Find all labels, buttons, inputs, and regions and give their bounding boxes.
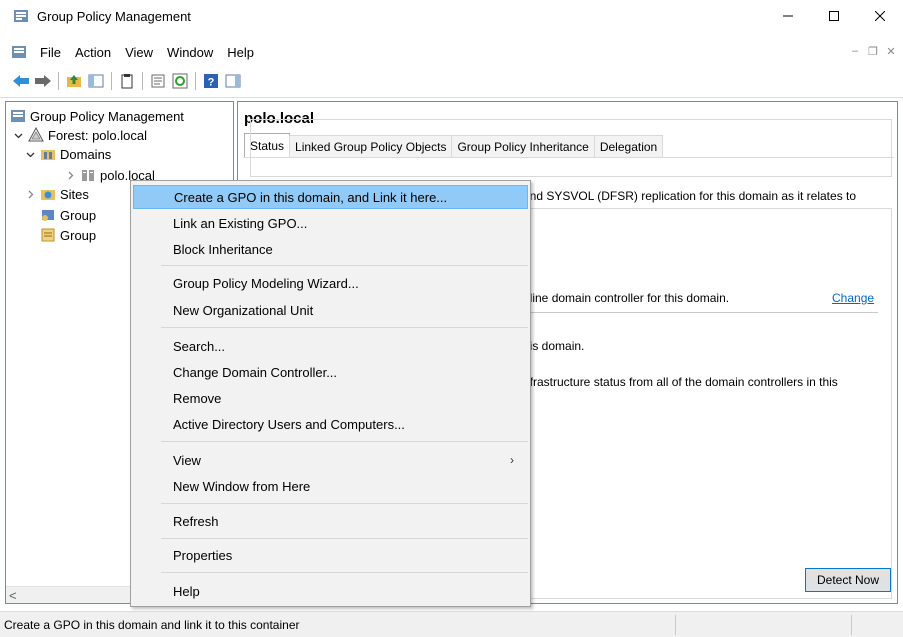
group-policy-management-icon [10, 108, 26, 124]
menu-separator [161, 265, 528, 266]
domains-folder-icon [40, 146, 56, 162]
menu-item-help[interactable]: Help [133, 579, 528, 603]
tree-item-domains[interactable]: Domains [24, 144, 111, 164]
show-action-pane-icon[interactable] [222, 70, 244, 92]
menu-separator [161, 538, 528, 539]
tree-item-root[interactable]: Group Policy Management [10, 106, 184, 126]
refresh-icon[interactable] [169, 70, 191, 92]
chevron-down-icon[interactable] [24, 148, 36, 160]
maximize-icon [829, 11, 839, 21]
status-separator [675, 615, 676, 635]
close-icon [875, 11, 885, 21]
mdi-window-icon[interactable] [11, 44, 27, 60]
replication-description: and SYSVOL (DFSR) replication for this d… [523, 189, 857, 203]
tree-item-forest[interactable]: Forest: polo.local [12, 125, 147, 145]
menu-item-refresh[interactable]: Refresh [133, 509, 528, 533]
menu-bar: File Action View Window Help ‒ ❐ ✕ [0, 41, 903, 63]
tree-item-group-policy-results[interactable]: Group [40, 225, 96, 245]
scroll-left-icon[interactable]: < [9, 588, 17, 603]
menu-separator [161, 503, 528, 504]
close-button[interactable] [857, 0, 903, 32]
detect-now-button[interactable]: Detect Now [805, 568, 891, 592]
menu-separator [161, 441, 528, 442]
menu-file[interactable]: File [33, 45, 68, 60]
mdi-close-icon[interactable]: ✕ [883, 43, 899, 59]
tree-item-label: Sites [60, 186, 89, 202]
menu-separator [161, 327, 528, 328]
back-arrow-icon[interactable] [10, 70, 32, 92]
submenu-arrow-icon: › [510, 453, 514, 467]
menu-item-view[interactable]: View › [133, 448, 528, 472]
toolbar-divider [0, 97, 903, 98]
minimize-button[interactable] [765, 0, 811, 32]
title-bar: Group Policy Management [0, 0, 903, 32]
menu-item-remove[interactable]: Remove [133, 386, 528, 410]
minimize-icon [783, 15, 793, 17]
domain-info-text: his domain. [523, 339, 585, 353]
menu-action[interactable]: Action [68, 45, 118, 60]
baseline-dc-text: eline domain controller for this domain. [523, 291, 730, 305]
toolbar-separator [58, 72, 59, 90]
menu-view[interactable]: View [118, 45, 160, 60]
sites-folder-icon [40, 186, 56, 202]
results-icon [40, 227, 56, 243]
menu-item-create-gpo[interactable]: Create a GPO in this domain, and Link it… [133, 185, 528, 209]
menu-item-new-window[interactable]: New Window from Here [133, 474, 528, 498]
svg-text:?: ? [208, 77, 215, 89]
status-separator [851, 615, 852, 635]
menu-item-properties[interactable]: Properties [133, 543, 528, 567]
show-hide-console-tree-icon[interactable] [85, 70, 107, 92]
toolbar-separator [142, 72, 143, 90]
infrastructure-status-text: nfrastructure status from all of the dom… [523, 375, 838, 389]
forest-icon [28, 127, 44, 143]
menu-window[interactable]: Window [160, 45, 220, 60]
chevron-right-icon[interactable] [64, 169, 76, 181]
domain-icon [80, 167, 96, 183]
maximize-button[interactable] [811, 0, 857, 32]
context-menu: Create a GPO in this domain, and Link it… [130, 180, 531, 607]
tree-item-label: Forest: polo.local [48, 127, 147, 143]
tree-item-sites[interactable]: Sites [24, 184, 89, 204]
tree-item-label: Group Policy Management [30, 108, 184, 124]
tree-item-label: Group [60, 207, 97, 223]
tree-item-group-policy-modeling[interactable]: Group [40, 205, 96, 225]
menu-item-search[interactable]: Search... [133, 334, 528, 358]
properties-icon[interactable] [147, 70, 169, 92]
help-icon[interactable]: ? [200, 70, 222, 92]
mdi-minimize-icon[interactable]: ‒ [847, 43, 863, 59]
menu-item-aduc[interactable]: Active Directory Users and Computers... [133, 412, 528, 436]
modeling-icon [40, 207, 56, 223]
tree-item-label: Group [60, 227, 97, 243]
menu-item-label: View [173, 452, 201, 468]
clipboard-icon[interactable] [116, 70, 138, 92]
status-bar: Create a GPO in this domain and link it … [0, 611, 903, 637]
menu-item-link-existing-gpo[interactable]: Link an Existing GPO... [133, 211, 528, 235]
divider-line [518, 312, 878, 313]
status-text: Create a GPO in this domain and link it … [4, 618, 300, 632]
toolbar-separator [195, 72, 196, 90]
up-folder-icon[interactable] [63, 70, 85, 92]
window-title: Group Policy Management [37, 8, 191, 24]
menu-item-change-dc[interactable]: Change Domain Controller... [133, 360, 528, 384]
mdi-restore-icon[interactable]: ❐ [865, 43, 881, 59]
menu-item-block-inheritance[interactable]: Block Inheritance [133, 237, 528, 261]
menu-item-new-ou[interactable]: New Organizational Unit [133, 298, 528, 322]
change-link[interactable]: Change [832, 291, 874, 305]
menu-separator [161, 572, 528, 573]
toolbar: ? [0, 68, 903, 94]
chevron-right-icon[interactable] [24, 188, 36, 200]
chevron-down-icon[interactable] [12, 129, 24, 141]
toolbar-separator [111, 72, 112, 90]
tree-item-label: Domains [60, 146, 112, 162]
menu-item-modeling-wizard[interactable]: Group Policy Modeling Wizard... [133, 271, 528, 295]
forward-arrow-icon[interactable] [32, 70, 54, 92]
menu-help[interactable]: Help [220, 45, 261, 60]
group-policy-app-icon [13, 8, 29, 24]
status-info-box [250, 119, 892, 177]
